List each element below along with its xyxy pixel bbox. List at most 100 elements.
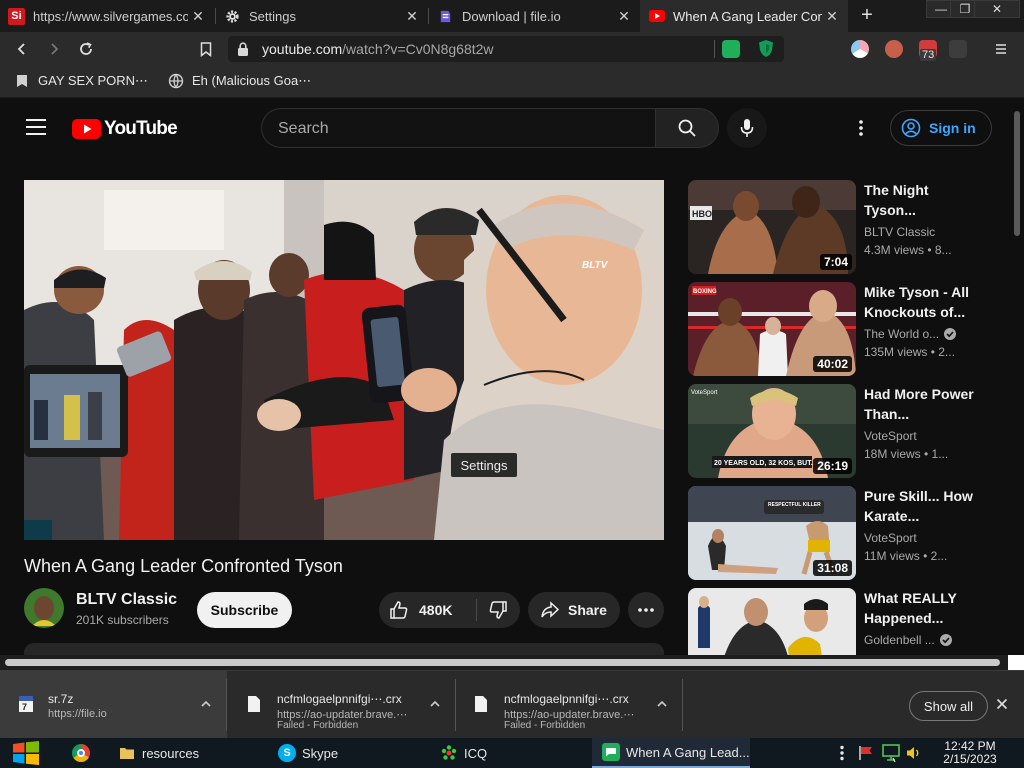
recommendation-item[interactable]: HBO 7:04 The Night Tyson... BLTV Classic…	[688, 180, 988, 274]
windows-logo-icon	[13, 741, 39, 765]
video-duration: 7:04	[819, 254, 852, 270]
video-thumbnail[interactable]: HBO 7:04	[688, 180, 856, 274]
video-thumbnail[interactable]: BOXING 40:02	[688, 282, 856, 376]
like-button[interactable]: 480K	[389, 592, 452, 628]
recommendation-channel[interactable]: BLTV Classic	[864, 225, 984, 239]
recommendation-channel[interactable]: VoteSport	[864, 429, 984, 443]
tab-fileio[interactable]: Download | file.io ✕	[429, 0, 640, 32]
close-icon[interactable]	[996, 697, 1008, 715]
scrollbar-corner	[1008, 655, 1024, 670]
bookmark-page-button[interactable]	[194, 37, 218, 61]
system-clock[interactable]: 12:42 PM 2/15/2023	[936, 740, 1004, 766]
guide-menu-icon[interactable]	[26, 119, 46, 135]
scrollbar-thumb[interactable]	[5, 659, 1000, 666]
recommendation-title[interactable]: Pure Skill... How Karate...	[864, 486, 974, 526]
new-tab-button[interactable]: +	[855, 4, 879, 28]
taskbar-browser[interactable]: When A Gang Lead...	[592, 738, 750, 768]
recommendation-channel[interactable]: VoteSport	[864, 531, 984, 545]
extension-avatar-icon[interactable]	[885, 40, 903, 58]
taskbar-chrome[interactable]	[62, 738, 106, 768]
close-icon[interactable]: ✕	[402, 8, 422, 25]
video-thumbnail[interactable]: 20 YEARS OLD, 32 KOS, BUT... W VoteSport…	[688, 384, 856, 478]
subscribe-button[interactable]: Subscribe	[197, 592, 292, 628]
close-icon[interactable]: ✕	[822, 8, 842, 25]
bookmark-item-1[interactable]: GAY SEX PORN⋯	[14, 73, 148, 89]
menu-button[interactable]	[989, 37, 1013, 61]
video-thumbnail[interactable]	[688, 588, 856, 655]
more-actions-button[interactable]	[628, 592, 664, 628]
voice-search-button[interactable]	[727, 108, 767, 148]
chevron-up-icon[interactable]	[200, 697, 212, 715]
recommendation-title[interactable]: What REALLY Happened...	[864, 588, 974, 628]
video-duration: 31:08	[813, 560, 852, 576]
icq-icon	[440, 744, 458, 762]
recommendation-item[interactable]: What REALLY Happened... Goldenbell ...	[688, 588, 988, 655]
tab-youtube-active[interactable]: When A Gang Leader Confront ✕	[640, 0, 848, 32]
scrollbar-thumb[interactable]	[1014, 111, 1020, 236]
recommendation-channel[interactable]: Goldenbell ...	[864, 633, 984, 647]
recommendation-item[interactable]: 20 YEARS OLD, 32 KOS, BUT... W VoteSport…	[688, 384, 988, 478]
like-dislike-group: 480K	[379, 592, 520, 628]
network-icon[interactable]	[882, 743, 900, 768]
chevron-up-icon[interactable]	[429, 697, 441, 715]
extension-flag-icon[interactable]	[851, 40, 869, 58]
recommendation-channel[interactable]: The World o...	[864, 327, 984, 341]
tab-title: https://www.silvergames.co	[33, 8, 188, 24]
bookmark-item-2[interactable]: Eh (Malicious Goa⋯	[168, 73, 311, 89]
tab-title: When A Gang Leader Confront	[673, 8, 822, 24]
close-icon[interactable]: ✕	[614, 8, 634, 25]
youtube-logo[interactable]: YouTube	[72, 118, 178, 140]
taskbar-icq[interactable]: ICQ	[430, 738, 588, 768]
chevron-up-icon[interactable]	[656, 697, 668, 715]
download-item[interactable]: ncfmlogaelpnnifgi⋯.crx https://ao-update…	[229, 671, 456, 739]
vertical-scrollbar[interactable]	[1010, 99, 1024, 655]
recommendation-title[interactable]: Had More Power Than...	[864, 384, 974, 424]
sign-in-button[interactable]: Sign in	[890, 110, 992, 146]
like-count: 480K	[419, 602, 453, 618]
share-label: Share	[568, 602, 607, 618]
tab-settings[interactable]: Settings ✕	[216, 0, 428, 32]
extension-wallet-icon[interactable]	[949, 40, 967, 58]
start-button[interactable]	[10, 740, 42, 766]
bookmark-label: GAY SEX PORN⋯	[38, 73, 149, 88]
volume-icon[interactable]	[906, 745, 922, 766]
download-item[interactable]: ncfmlogaelpnnifgi⋯.crx https://ao-update…	[456, 671, 683, 739]
recommendation-meta: 18M views • 1...	[864, 447, 949, 461]
taskbar-resources[interactable]: resources	[108, 738, 266, 768]
verified-check-icon	[944, 328, 957, 340]
settings-kebab-button[interactable]	[850, 117, 872, 139]
dislike-button[interactable]	[481, 592, 515, 628]
horizontal-scrollbar[interactable]	[0, 655, 1010, 670]
shield-icon[interactable]	[758, 39, 774, 63]
tray-overflow-icon[interactable]	[839, 745, 845, 766]
youtube-icon	[648, 8, 665, 25]
recommendation-item[interactable]: BOXING 40:02 Mike Tyson - All Knockouts …	[688, 282, 988, 376]
show-all-downloads-button[interactable]: Show all	[909, 691, 988, 721]
taskbar-skype[interactable]: S Skype	[268, 738, 426, 768]
extension-chat-icon[interactable]	[722, 40, 740, 58]
action-flag-icon[interactable]	[858, 745, 874, 766]
download-item[interactable]: 7 sr.7z https://file.io	[0, 671, 227, 739]
close-icon[interactable]: ✕	[188, 8, 208, 25]
thumbnail-caption: 20 YEARS OLD, 32 KOS, BUT... W	[714, 460, 826, 467]
share-button[interactable]: Share	[528, 592, 620, 628]
search-button[interactable]	[655, 108, 719, 148]
recommendation-title[interactable]: Mike Tyson - All Knockouts of...	[864, 282, 974, 322]
channel-name[interactable]: BLTV Classic	[76, 591, 177, 609]
video-player[interactable]: BLTV	[24, 180, 664, 540]
channel-label: Goldenbell ...	[864, 633, 935, 647]
settings-tooltip: Settings	[451, 453, 517, 477]
forward-button[interactable]	[42, 37, 66, 61]
like-divider	[476, 599, 477, 621]
back-button[interactable]	[10, 37, 34, 61]
tab-silvergames[interactable]: Si https://www.silvergames.co ✕	[0, 0, 214, 32]
reload-button[interactable]	[74, 37, 98, 61]
recommendation-title[interactable]: The Night Tyson...	[864, 180, 974, 220]
address-bar[interactable]: youtube.com/watch?v=Cv0N8g68t2w	[228, 36, 784, 62]
search-input[interactable]	[278, 118, 638, 140]
recommendation-item[interactable]: RESPECTFUL KILLER 31:08 Pure Skill... Ho…	[688, 486, 988, 580]
browser-tab-strip: Si https://www.silvergames.co ✕ Settings…	[0, 0, 1024, 32]
video-thumbnail[interactable]: RESPECTFUL KILLER 31:08	[688, 486, 856, 580]
window-close-button[interactable]: ✕	[974, 0, 1020, 18]
channel-avatar[interactable]	[24, 588, 64, 628]
